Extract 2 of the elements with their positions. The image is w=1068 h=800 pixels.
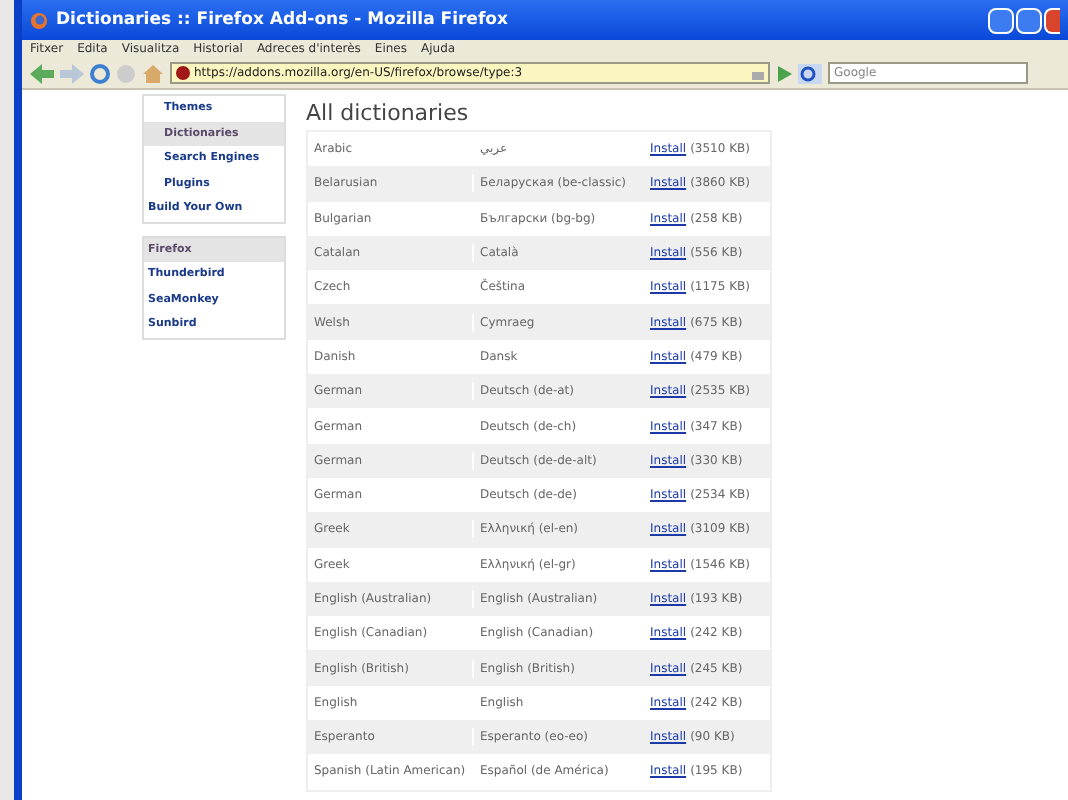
- window-title: Dictionaries :: Firefox Add-ons - Mozilla Firefox: [56, 7, 508, 33]
- page-heading: All dictionaries: [306, 98, 471, 130]
